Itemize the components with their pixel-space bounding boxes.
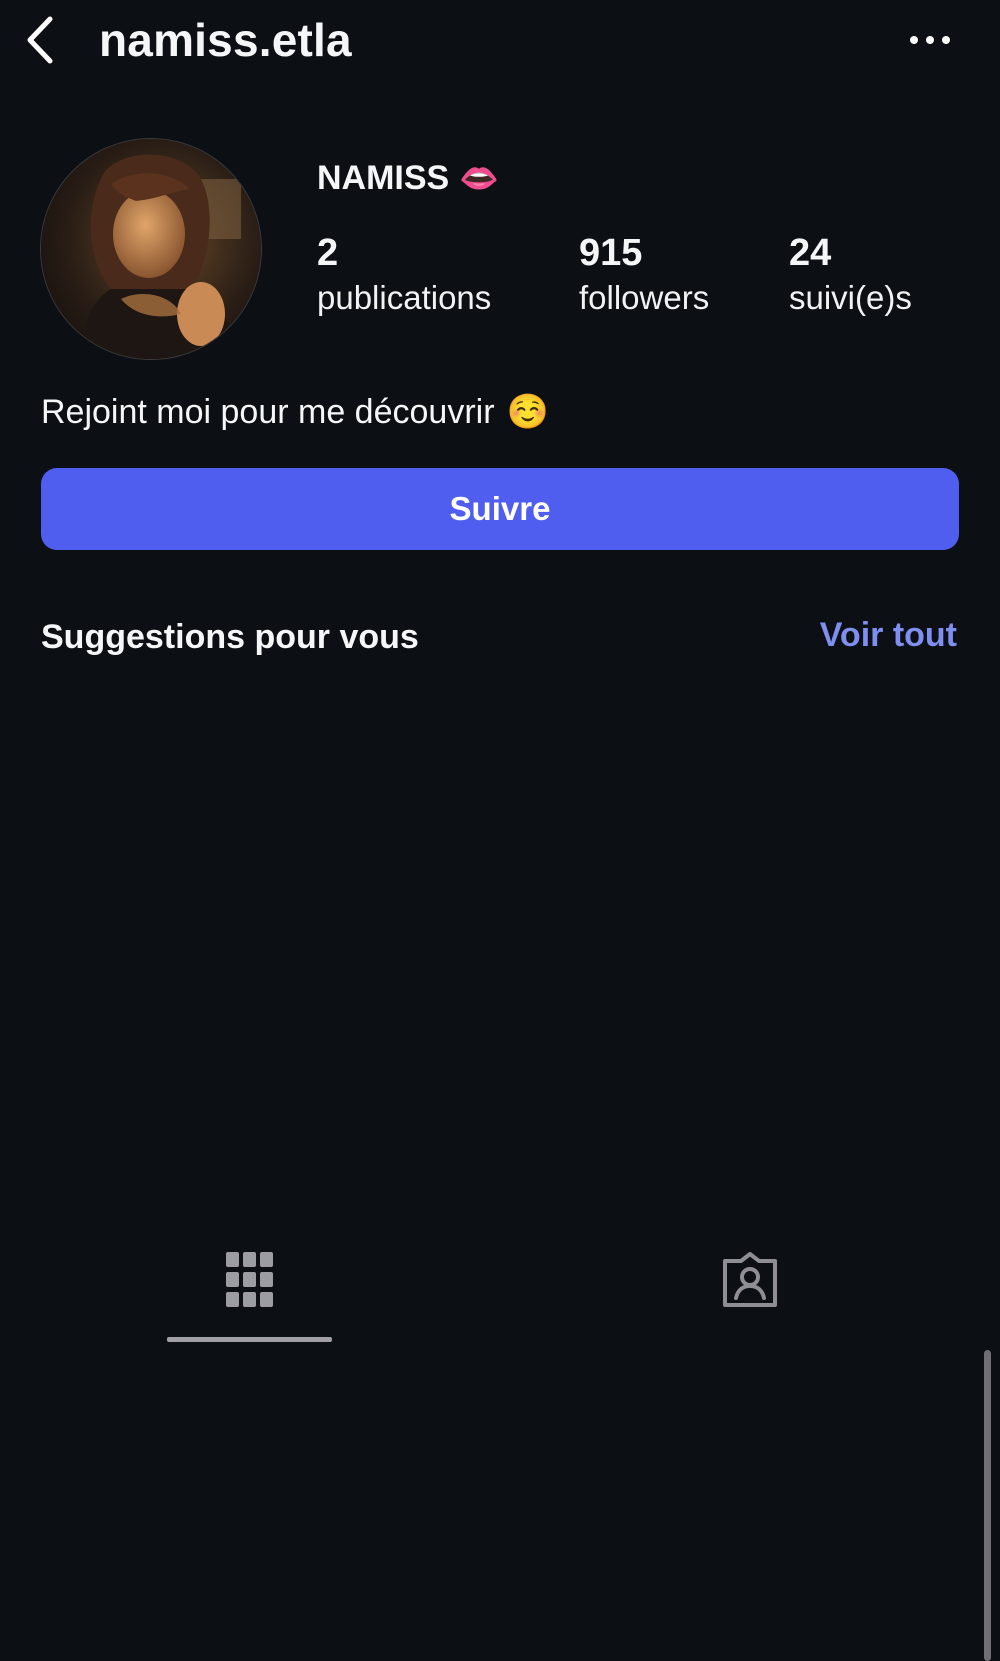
stat-following[interactable]: 24 suivi(e)s [789, 230, 912, 320]
smiling-emoji: ☺️ [506, 393, 549, 431]
bio: Rejoint moi pour me découvrir ☺️ [41, 390, 549, 434]
display-name-text: NAMISS [317, 159, 450, 197]
display-name: NAMISS 👄 [317, 158, 499, 198]
stat-followers-count: 915 [579, 232, 643, 274]
stat-followers[interactable]: 915 followers [579, 230, 709, 320]
top-bar: namiss.etla [0, 0, 1000, 82]
more-options-button[interactable] [900, 22, 960, 58]
ellipsis-icon [910, 36, 950, 44]
bio-text: Rejoint moi pour me découvrir [41, 393, 495, 431]
avatar-photo [41, 139, 261, 359]
tagged-person-icon [723, 1252, 777, 1307]
see-all-link[interactable]: Voir tout [820, 614, 957, 656]
grid-icon [226, 1252, 273, 1307]
stat-publications[interactable]: 2 publications [317, 230, 491, 320]
stat-publications-label: publications [317, 279, 492, 316]
suggestions-title: Suggestions pour vous [41, 618, 419, 656]
avatar[interactable] [40, 138, 262, 360]
profile-username: namiss.etla [99, 14, 352, 66]
chevron-left-icon [27, 16, 53, 64]
tab-tagged[interactable] [720, 1250, 780, 1310]
tab-posts-grid[interactable] [220, 1250, 280, 1310]
lips-emoji: 👄 [459, 160, 500, 196]
selected-tab-indicator [167, 1337, 332, 1342]
follow-button[interactable]: Suivre [41, 468, 959, 550]
stat-following-count: 24 [789, 232, 832, 274]
stat-publications-count: 2 [317, 232, 339, 274]
stat-followers-label: followers [579, 279, 710, 316]
back-button[interactable] [18, 14, 62, 66]
profile-screen: namiss.etla NAMISS 👄 2 publications 915 … [0, 0, 1000, 1661]
stat-following-label: suivi(e)s [789, 279, 912, 316]
scrollbar[interactable] [984, 1350, 991, 1661]
